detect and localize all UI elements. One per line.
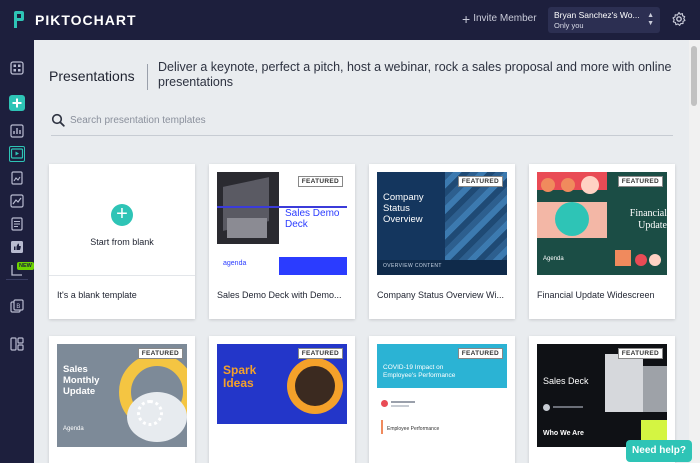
thumbnail-title: Sales Demo Deck (285, 208, 340, 230)
sidebar: NEW B (0, 40, 34, 463)
start-from-blank-label: Start from blank (90, 237, 154, 247)
sidebar-templates[interactable] (9, 336, 25, 352)
infographic-icon (10, 194, 24, 208)
dashboard-icon (10, 61, 24, 75)
featured-badge: FEATURED (457, 176, 503, 187)
plus-icon: + (462, 10, 471, 27)
thumbnail-title: Sales Monthly Update (63, 364, 100, 397)
thumbnail-title: Spark Ideas (223, 363, 257, 390)
template-label: Company Status Overview Wi... (377, 290, 505, 300)
sidebar-dashboard[interactable] (9, 60, 25, 76)
sidebar-divider (6, 279, 28, 280)
logo-text: PIKTOCHART (35, 11, 137, 28)
top-bar: PIKTOCHART + Invite Member Bryan Sanchez… (0, 0, 700, 40)
thumbnail-title: Financial Update (629, 208, 667, 231)
main-content: Presentations Deliver a keynote, perfect… (34, 40, 686, 463)
template-card-sales-demo[interactable]: FEATURED Sales Demo Deck agenda Sales De… (209, 164, 355, 319)
social-icon (11, 241, 23, 253)
template-thumbnail: FEATURED Company Status Overview OVERVIE… (377, 172, 507, 275)
invite-member-label: Invite Member (473, 13, 537, 24)
featured-badge: FEATURED (457, 348, 503, 359)
template-label: Sales Demo Deck with Demo... (217, 290, 342, 300)
title-divider (147, 64, 148, 90)
chart-icon (10, 124, 24, 138)
template-card-sales-monthly[interactable]: FEATURED Sales Monthly Update Agenda (49, 336, 195, 463)
thumbnail-caption: Who We Are (543, 430, 584, 437)
svg-text:B: B (16, 303, 20, 310)
template-thumbnail: FEATURED Sales Deck Who We Are (537, 344, 667, 447)
template-card-covid-impact[interactable]: FEATURED COVID-19 Impact on Employee's P… (369, 336, 515, 463)
thumbnail-caption: OVERVIEW CONTENT (383, 263, 442, 269)
template-thumbnail: FEATURED Sales Demo Deck agenda (217, 172, 347, 275)
template-thumbnail: FEATURED COVID-19 Impact on Employee's P… (377, 344, 507, 447)
app-logo[interactable]: PIKTOCHART (14, 11, 137, 28)
featured-badge: FEATURED (617, 348, 663, 359)
search-underline (51, 135, 673, 136)
thumbnail-caption: Agenda (543, 256, 564, 262)
templates-icon (10, 337, 24, 351)
sidebar-charts[interactable] (9, 123, 25, 139)
thumbnail-title: COVID-19 Impact on Employee's Performanc… (383, 364, 456, 379)
sidebar-infographics[interactable] (9, 193, 25, 209)
search-input[interactable] (70, 112, 370, 128)
thumbnail-title: Sales Deck (543, 376, 589, 386)
scrollbar[interactable] (689, 40, 700, 463)
sidebar-brand-assets[interactable]: B (9, 298, 25, 314)
template-label: It's a blank template (57, 290, 137, 300)
sidebar-posters[interactable] (9, 170, 25, 186)
featured-badge: FEATURED (297, 176, 343, 187)
template-card-company-status[interactable]: FEATURED Company Status Overview OVERVIE… (369, 164, 515, 319)
page-title: Presentations (49, 68, 135, 84)
workspace-name: Bryan Sanchez's Wo... (554, 10, 640, 20)
thumbnail-caption: Employee Performance (387, 426, 440, 432)
presentation-icon (10, 148, 24, 159)
blank-template-card[interactable]: + Start from blank It's a blank template (49, 164, 195, 319)
sidebar-create-new[interactable] (9, 95, 25, 111)
sidebar-presentations[interactable] (9, 146, 25, 162)
new-badge: NEW (17, 262, 34, 270)
search-icon (51, 113, 65, 127)
template-thumbnail: FEATURED Sales Monthly Update Agenda (57, 344, 187, 447)
create-icon (12, 98, 22, 108)
poster-icon (11, 171, 23, 185)
gear-icon[interactable] (671, 11, 687, 27)
scrollbar-thumb[interactable] (691, 46, 697, 106)
thumbnail-caption: Agenda (63, 426, 84, 432)
chevron-up-down-icon: ▲ ▼ (647, 12, 654, 27)
page-subtitle: Deliver a keynote, perfect a pitch, host… (158, 60, 672, 89)
add-icon[interactable]: + (111, 204, 133, 226)
workspace-switcher[interactable]: Bryan Sanchez's Wo... Only you ▲ ▼ (548, 7, 660, 33)
workspace-visibility: Only you (554, 21, 584, 30)
featured-badge: FEATURED (617, 176, 663, 187)
need-help-button[interactable]: Need help? (626, 440, 692, 462)
sidebar-documents[interactable] (9, 216, 25, 232)
document-icon (11, 217, 23, 231)
invite-member-button[interactable]: + Invite Member (462, 10, 537, 27)
template-card-financial-update[interactable]: FEATURED Financial Update Agenda Financi… (529, 164, 675, 319)
logo-icon (14, 11, 29, 28)
template-thumbnail: FEATURED Financial Update Agenda (537, 172, 667, 275)
sidebar-social[interactable] (9, 239, 25, 255)
featured-badge: FEATURED (137, 348, 183, 359)
template-label: Financial Update Widescreen (537, 290, 655, 300)
thumbnail-title: Company Status Overview (383, 192, 424, 225)
brand-assets-icon: B (10, 299, 24, 313)
thumbnail-caption: agenda (223, 260, 247, 267)
featured-badge: FEATURED (297, 348, 343, 359)
template-card-spark-ideas[interactable]: FEATURED Spark Ideas (209, 336, 355, 463)
card-divider (49, 275, 195, 276)
template-thumbnail: FEATURED Spark Ideas (217, 344, 347, 447)
